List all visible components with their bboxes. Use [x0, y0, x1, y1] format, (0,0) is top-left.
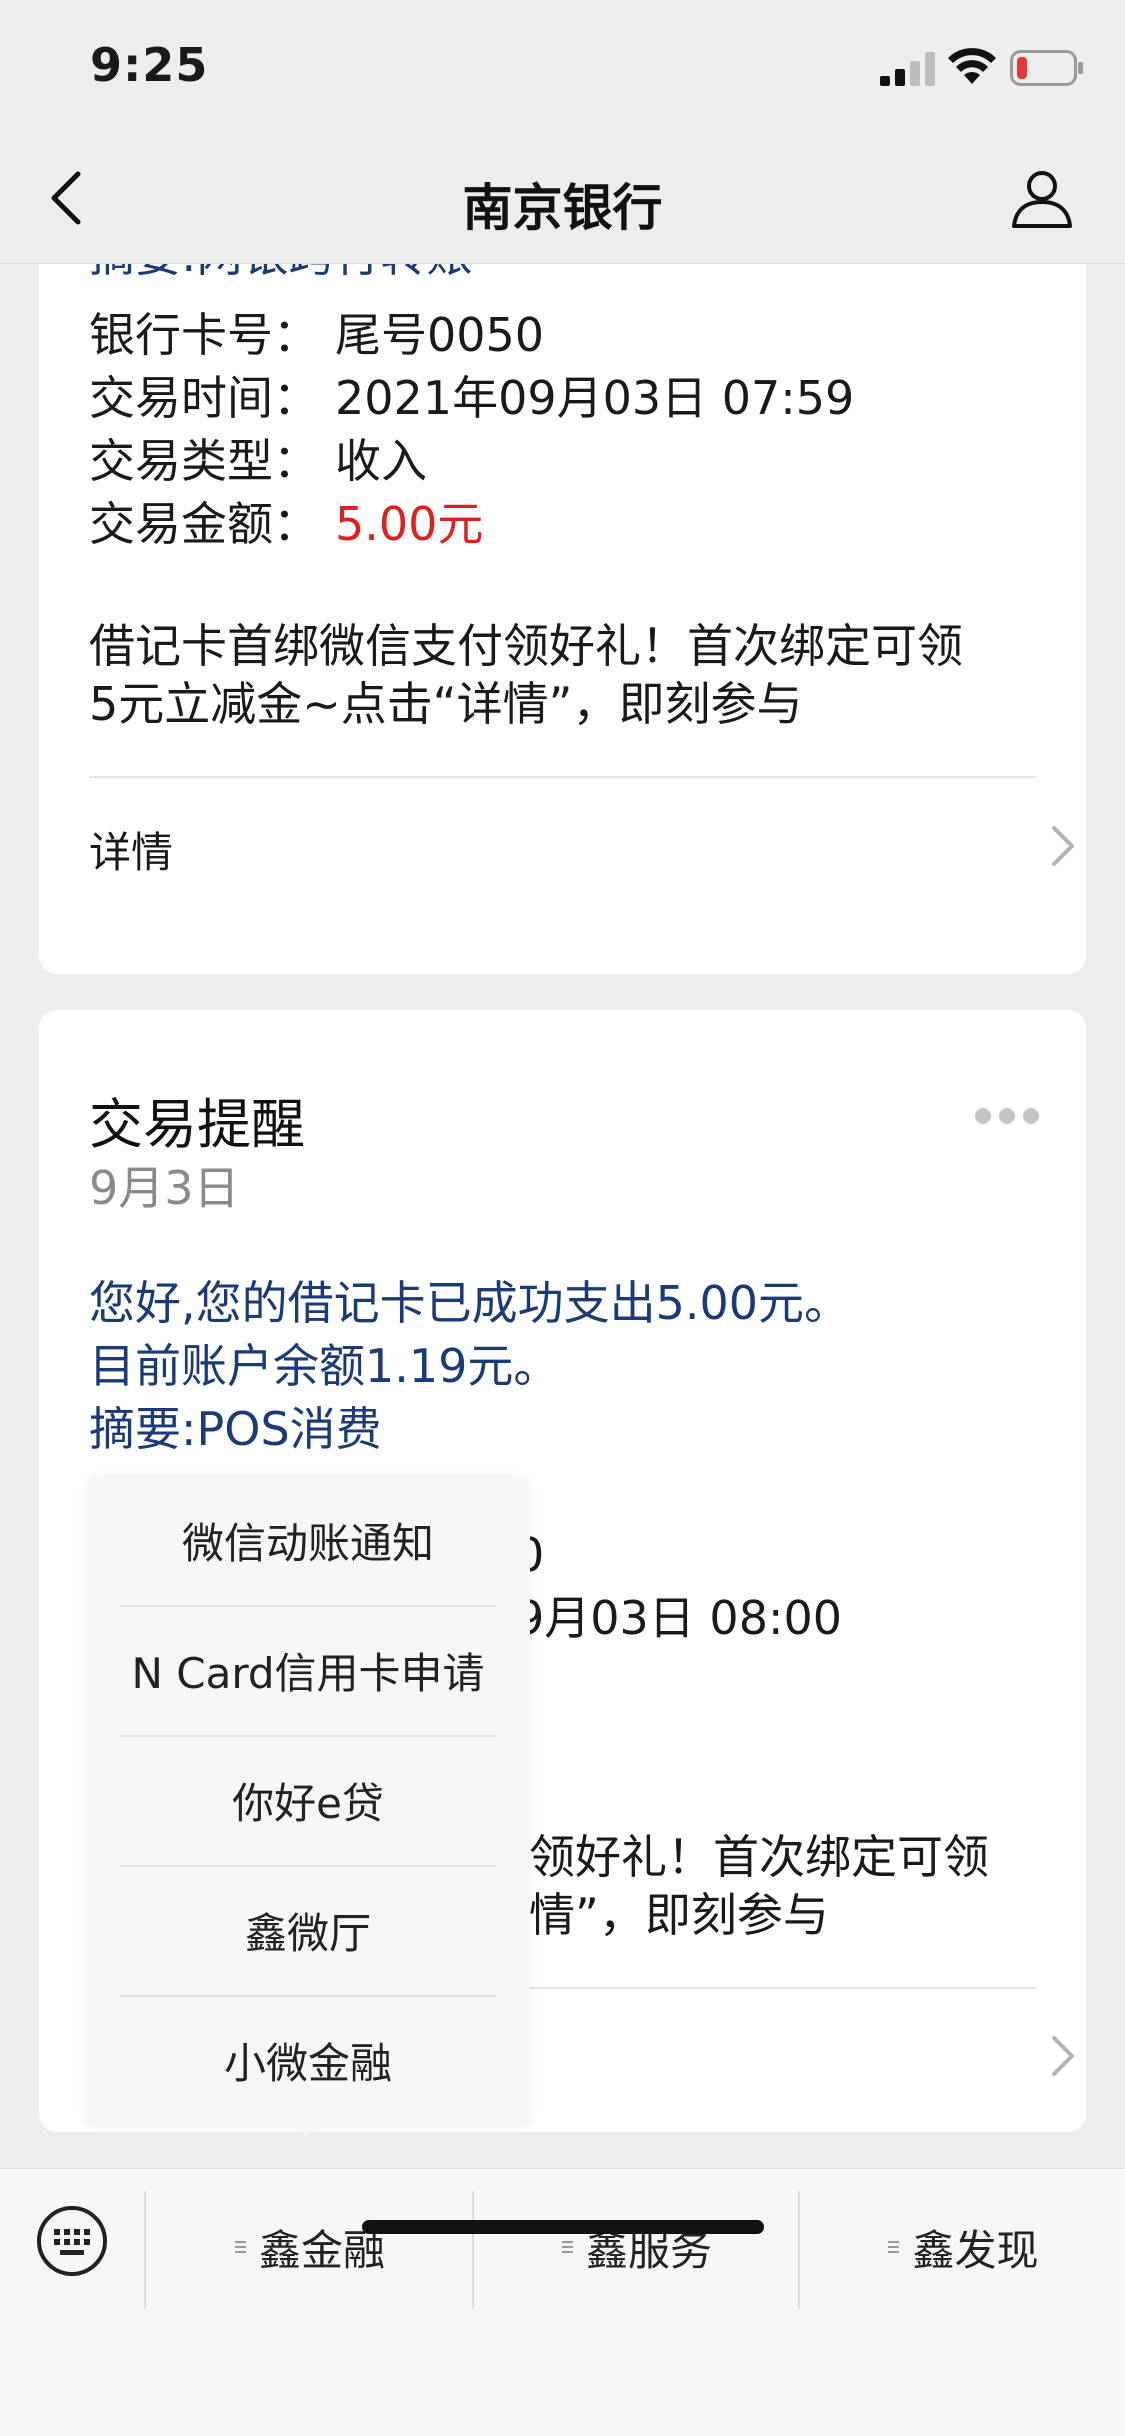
wifi-icon — [948, 48, 996, 84]
menu-list-icon — [561, 2241, 573, 2253]
status-bar: 9:25 — [0, 0, 1125, 132]
submenu-item-credit-card[interactable]: N Card信用卡申请 — [120, 1606, 496, 1735]
menu-item-label: 鑫发现 — [912, 2225, 1039, 2275]
field-value: 收入 — [335, 434, 427, 488]
promo-line-partial: 领好礼！首次绑定可领 — [529, 1830, 989, 1884]
message-line: 摘要:POS消费 — [89, 1402, 382, 1456]
submenu-item-micro-hall[interactable]: 鑫微厅 — [120, 1866, 496, 1995]
home-indicator — [362, 2220, 764, 2234]
field-row: 交易时间： 2021年09月03日 07:59 — [89, 367, 854, 429]
page-title: 南京银行 — [462, 179, 663, 237]
menu-list-icon — [888, 2241, 900, 2253]
menu-item-finance[interactable]: 鑫金融 — [146, 2207, 472, 2287]
message-line: 您好,您的借记卡已成功支出5.00元。 — [89, 1276, 851, 1330]
status-time: 9:25 — [90, 38, 209, 92]
profile-icon[interactable] — [1010, 166, 1074, 230]
detail-link[interactable]: 详情 — [89, 819, 173, 880]
submenu-popup: 微信动账通知 N Card信用卡申请 你好e贷 鑫微厅 小微金融 — [86, 1476, 530, 2124]
battery-low-icon — [1010, 50, 1083, 86]
chevron-right-icon[interactable] — [1049, 2034, 1077, 2078]
transaction-card-income: 摘要:网银跨行转账 银行卡号： 尾号0050 交易时间： 2021年09月03日 0… — [39, 264, 1086, 974]
field-value: 2021年09月03日 07:59 — [335, 371, 855, 425]
card-date: 9月3日 — [89, 1161, 240, 1215]
field-label: 交易金额： — [89, 497, 319, 551]
cellular-signal-icon — [880, 52, 935, 86]
message-line: 目前账户余额1.19元。 — [89, 1339, 560, 1393]
field-row: 银行卡号： 尾号0050 — [89, 304, 544, 366]
field-row: 交易类型： 收入 — [89, 430, 427, 492]
summary-text: 摘要:网银跨行转账 — [89, 264, 473, 286]
promo-line: 5元立减金~点击“详情”，即刻参与 — [89, 677, 803, 731]
field-row: 交易金额： 5.00元 — [89, 493, 483, 555]
field-label: 银行卡号： — [89, 308, 319, 362]
keyboard-toggle-icon[interactable] — [36, 2205, 108, 2277]
field-value: 尾号0050 — [335, 308, 545, 362]
menu-list-icon — [234, 2241, 246, 2253]
more-options-icon[interactable] — [973, 1106, 1041, 1126]
promo-line: 借记卡首绑微信支付领好礼！首次绑定可领 — [89, 619, 963, 673]
field-label: 交易时间： — [89, 371, 319, 425]
bottom-menu-bar: 鑫金融 鑫服务 鑫发现 — [0, 2168, 1125, 2436]
divider — [89, 776, 1036, 778]
submenu-item-wechat-notice[interactable]: 微信动账通知 — [120, 1476, 496, 1605]
card-title: 交易提醒 — [89, 1093, 305, 1156]
amount-value: 5.00元 — [335, 497, 484, 551]
field-value-partial: 9月03日 08:00 — [515, 1591, 842, 1645]
submenu-item-small-finance[interactable]: 小微金融 — [120, 1996, 496, 2125]
promo-line-partial: 情”，即刻参与 — [529, 1888, 829, 1942]
popup-arrow — [290, 2120, 322, 2136]
nav-bar: 南京银行 — [0, 132, 1125, 264]
menu-item-discover[interactable]: 鑫发现 — [800, 2207, 1125, 2287]
chevron-right-icon[interactable] — [1049, 824, 1077, 868]
field-label: 交易类型： — [89, 434, 319, 488]
menu-item-service[interactable]: 鑫服务 — [474, 2207, 798, 2287]
submenu-item-loan[interactable]: 你好e贷 — [120, 1736, 496, 1865]
